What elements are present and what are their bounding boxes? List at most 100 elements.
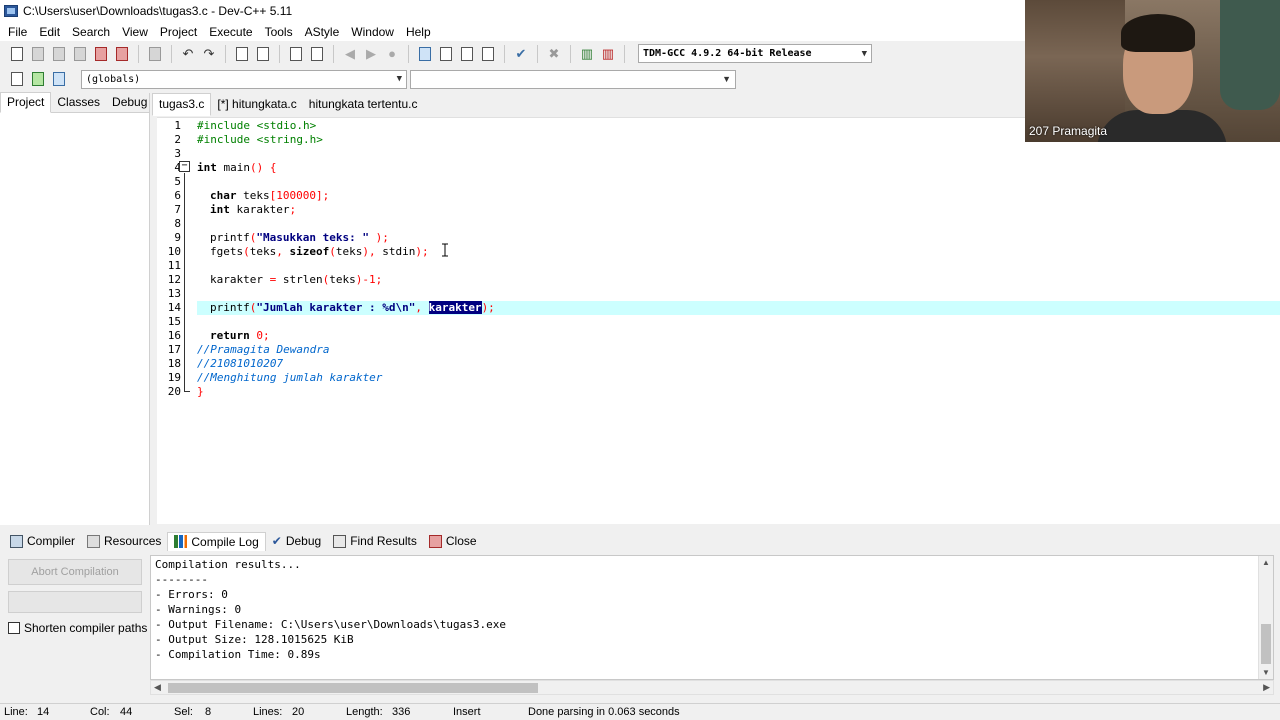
new-project-icon[interactable] <box>416 45 434 63</box>
profile-icon[interactable]: ▥ <box>578 45 596 63</box>
shorten-paths-checkbox[interactable]: Shorten compiler paths <box>8 621 147 635</box>
menu-file[interactable]: File <box>2 25 33 39</box>
code-token: fgets <box>210 245 244 258</box>
tab-label: Resources <box>104 534 162 548</box>
stop-execution-icon[interactable]: ✖ <box>545 45 563 63</box>
replace-icon[interactable] <box>254 45 272 63</box>
menu-project[interactable]: Project <box>154 25 203 39</box>
scroll-down-icon[interactable]: ▼ <box>1262 668 1270 677</box>
scroll-up-icon[interactable]: ▲ <box>1262 558 1270 567</box>
toggle-bookmark-icon[interactable] <box>29 70 47 88</box>
code-token: int <box>197 161 217 174</box>
globals-select-value: (globals) <box>86 73 141 85</box>
log-line: - Warnings: 0 <box>155 603 242 616</box>
webcam-participant-name: 207 Pramagita <box>1029 124 1108 138</box>
compiler-select[interactable]: TDM-GCC 4.9.2 64-bit Release ▼ <box>638 44 872 63</box>
tab-label: Compile Log <box>191 534 259 549</box>
chevron-down-icon: ▼ <box>722 74 731 84</box>
log-line: Compilation results... <box>155 558 301 571</box>
status-line-value: 14 <box>37 706 50 718</box>
code-line-19: //Menghitung jumlah karakter <box>197 371 382 385</box>
checkbox-box[interactable] <box>8 622 20 634</box>
tab-project[interactable]: Project <box>0 92 52 113</box>
menu-edit[interactable]: Edit <box>33 25 66 39</box>
tab-debug-bottom[interactable]: ✔ Debug <box>266 532 327 550</box>
code-token: , <box>276 245 290 258</box>
fold-line <box>184 173 185 391</box>
toolbar-separator <box>537 44 538 63</box>
scrollbar-thumb[interactable] <box>1261 624 1271 664</box>
code-token: int <box>210 203 230 216</box>
code-token: ), <box>362 245 383 258</box>
menu-view[interactable]: View <box>116 25 154 39</box>
editor-tab-hitungkata-tertentu[interactable]: hitungkata tertentu.c <box>303 94 424 115</box>
globals-select[interactable]: (globals) ▼ <box>81 69 407 89</box>
editor-tab-hitungkata[interactable]: [*] hitungkata.c <box>211 94 302 115</box>
status-insert-mode: Insert <box>453 706 481 718</box>
redo-icon[interactable]: ↷ <box>200 45 218 63</box>
tab-close[interactable]: Close <box>423 532 483 550</box>
back-icon[interactable]: ◀ <box>341 45 359 63</box>
menu-search[interactable]: Search <box>66 25 116 39</box>
check-syntax-icon[interactable]: ✔ <box>512 45 530 63</box>
open-file-icon[interactable] <box>29 45 47 63</box>
member-select[interactable]: ▼ <box>410 69 736 89</box>
goto-icon[interactable]: ● <box>383 45 401 63</box>
status-col-value: 44 <box>120 706 133 718</box>
goto-bookmark-icon[interactable] <box>50 70 68 88</box>
fold-collapse-icon[interactable]: − <box>179 161 190 172</box>
webcam-overlay: 207 Pramagita <box>1025 0 1280 142</box>
tab-compile-log[interactable]: Compile Log <box>167 531 266 551</box>
find-icon[interactable] <box>233 45 251 63</box>
status-sel-value: 8 <box>205 706 212 718</box>
code-line-20: } <box>197 385 204 399</box>
horizontal-scrollbar[interactable]: ◀ ▶ <box>150 680 1274 695</box>
window-icon[interactable] <box>437 45 455 63</box>
code-token: stdin <box>382 245 416 258</box>
webcam-person-hair <box>1121 14 1195 52</box>
vertical-scrollbar[interactable]: ▲ ▼ <box>1258 556 1273 679</box>
menu-astyle[interactable]: AStyle <box>299 25 346 39</box>
tab-resources[interactable]: Resources <box>81 532 167 550</box>
code-editor[interactable]: 1 2 3 4 5 6 7 8 9 10 11 12 13 14 15 16 17 18 19 20 − #inclu… <box>157 117 1280 524</box>
line-number: 13 <box>167 287 181 300</box>
menu-execute[interactable]: Execute <box>203 25 258 39</box>
save-icon[interactable] <box>50 45 68 63</box>
log-line: - Output Size: 128.1015625 KiB <box>155 633 354 646</box>
compile-log[interactable]: Compilation results... -------- - Errors… <box>150 555 1274 680</box>
code-comment: //Menghitung jumlah karakter <box>197 371 383 384</box>
editor-tab-tugas3[interactable]: tugas3.c <box>152 93 212 116</box>
code-line-9: printf("Masukkan teks: " ); <box>197 231 389 245</box>
scrollbar-thumb[interactable] <box>168 683 538 693</box>
insert-icon[interactable] <box>8 70 26 88</box>
indent-icon[interactable] <box>287 45 305 63</box>
new-file-icon[interactable] <box>8 45 26 63</box>
scroll-left-icon[interactable]: ◀ <box>154 682 161 693</box>
tab-debug[interactable]: Debug <box>106 93 153 112</box>
delete-profile-icon[interactable]: ▥ <box>599 45 617 63</box>
close-panel-icon <box>428 534 442 548</box>
close-all-icon[interactable] <box>113 45 131 63</box>
tab-find-results[interactable]: Find Results <box>327 532 423 550</box>
scroll-right-icon[interactable]: ▶ <box>1263 682 1270 693</box>
print-icon[interactable] <box>146 45 164 63</box>
forward-icon[interactable]: ▶ <box>362 45 380 63</box>
class-browser-icon[interactable] <box>458 45 476 63</box>
abort-compilation-button[interactable]: Abort Compilation <box>8 559 142 585</box>
save-all-icon[interactable] <box>71 45 89 63</box>
code-token: ; <box>289 203 297 216</box>
menu-tools[interactable]: Tools <box>259 25 299 39</box>
tab-compiler[interactable]: Compiler <box>4 532 81 550</box>
status-lines-label: Lines: <box>253 706 283 718</box>
webcam-person-body <box>1097 110 1227 142</box>
menu-help[interactable]: Help <box>400 25 437 39</box>
code-token: = <box>262 273 283 286</box>
grid-icon[interactable] <box>479 45 497 63</box>
menu-window[interactable]: Window <box>345 25 400 39</box>
code-token: karakter <box>229 203 290 216</box>
close-file-icon[interactable] <box>92 45 110 63</box>
line-number: 2 <box>174 133 181 146</box>
unindent-icon[interactable] <box>308 45 326 63</box>
tab-classes[interactable]: Classes <box>51 93 106 112</box>
undo-icon[interactable]: ↶ <box>179 45 197 63</box>
